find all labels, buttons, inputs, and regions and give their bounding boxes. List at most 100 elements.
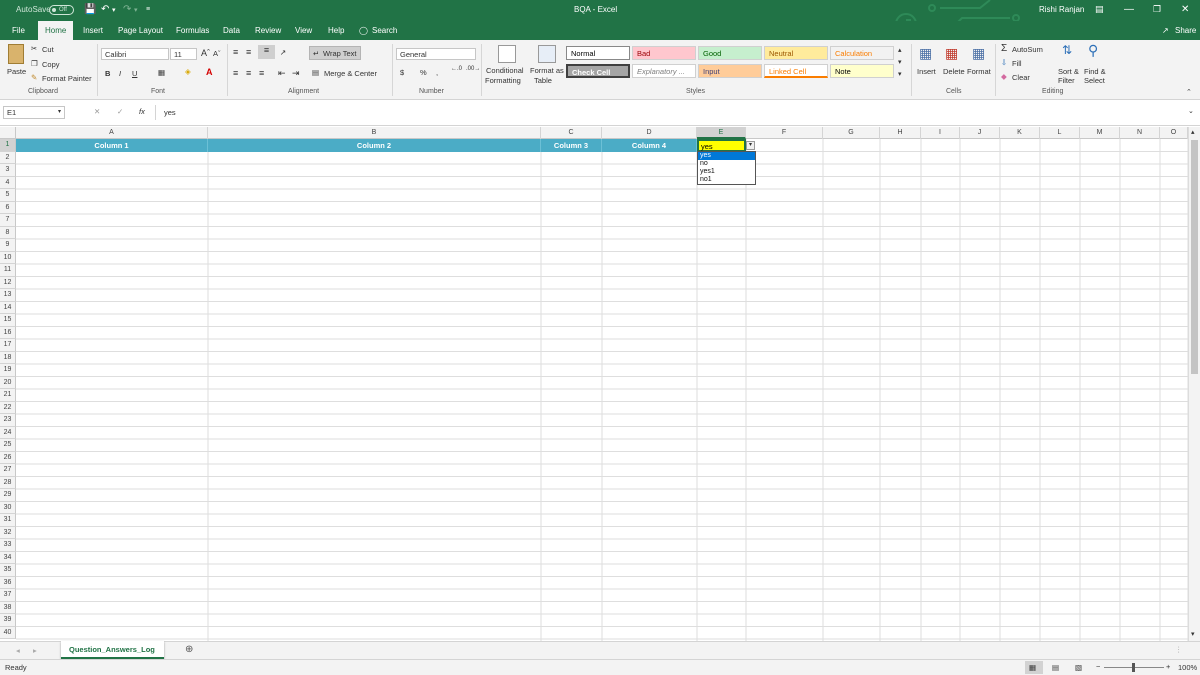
name-box-dropdown-icon[interactable]: ▾ bbox=[58, 108, 61, 115]
row-header-10[interactable]: 10 bbox=[0, 251, 16, 264]
clear-button[interactable]: Clear bbox=[1012, 73, 1030, 82]
row-header-13[interactable]: 13 bbox=[0, 289, 16, 302]
find-select-icon[interactable]: ⚲ bbox=[1088, 42, 1098, 59]
align-top-icon[interactable]: ≡ bbox=[233, 47, 238, 57]
row-header-32[interactable]: 32 bbox=[0, 526, 16, 539]
cell-style-linked-cell[interactable]: Linked Cell bbox=[764, 64, 828, 78]
row-header-17[interactable]: 17 bbox=[0, 339, 16, 352]
row-header-11[interactable]: 11 bbox=[0, 264, 16, 277]
column-header-d[interactable]: D bbox=[602, 127, 697, 139]
borders-icon[interactable]: ▦ bbox=[158, 68, 165, 77]
row-header-30[interactable]: 30 bbox=[0, 501, 16, 514]
cancel-entry-icon[interactable]: ✕ bbox=[94, 107, 100, 116]
zoom-slider-thumb[interactable] bbox=[1132, 663, 1135, 672]
tab-page-layout[interactable]: Page Layout bbox=[118, 21, 163, 40]
autosum-button[interactable]: AutoSum bbox=[1012, 45, 1043, 54]
row-header-26[interactable]: 26 bbox=[0, 451, 16, 464]
align-left-icon[interactable]: ≡ bbox=[233, 68, 238, 78]
column-header-m[interactable]: M bbox=[1080, 127, 1120, 139]
format-as-table-button[interactable]: Format as bbox=[530, 66, 564, 75]
row-header-19[interactable]: 19 bbox=[0, 364, 16, 377]
row-header-34[interactable]: 34 bbox=[0, 551, 16, 564]
cell-style-check-cell[interactable]: Check Cell bbox=[566, 64, 630, 78]
row-header-31[interactable]: 31 bbox=[0, 514, 16, 527]
row-header-21[interactable]: 21 bbox=[0, 389, 16, 402]
format-painter-icon[interactable]: ✎ bbox=[31, 73, 37, 82]
shrink-font-icon[interactable]: Aˇ bbox=[213, 49, 221, 58]
column-header-c[interactable]: C bbox=[541, 127, 602, 139]
row-header-20[interactable]: 20 bbox=[0, 376, 16, 389]
fill-color-icon[interactable]: ◈ bbox=[185, 67, 191, 76]
clear-icon[interactable]: ◆ bbox=[1001, 72, 1007, 81]
orientation-icon[interactable]: ↗ bbox=[280, 48, 286, 57]
row-header-24[interactable]: 24 bbox=[0, 426, 16, 439]
column-header-b[interactable]: B bbox=[208, 127, 541, 139]
increase-indent-icon[interactable]: ⇥ bbox=[292, 68, 300, 79]
expand-formula-bar-icon[interactable]: ⌄ bbox=[1188, 107, 1194, 115]
cell-style-bad[interactable]: Bad bbox=[632, 46, 696, 60]
tab-file[interactable]: File bbox=[12, 21, 25, 40]
row-header-18[interactable]: 18 bbox=[0, 351, 16, 364]
undo-dropdown-icon[interactable]: ▾ bbox=[112, 6, 116, 14]
dropdown-option[interactable]: yes bbox=[698, 152, 755, 160]
ribbon-display-options-icon[interactable]: ▤ bbox=[1095, 4, 1104, 15]
merge-center-button[interactable]: Merge & Center bbox=[324, 69, 377, 78]
row-header-9[interactable]: 9 bbox=[0, 239, 16, 252]
column-header-e[interactable]: E bbox=[697, 127, 746, 139]
row-header-1[interactable]: 1 bbox=[0, 139, 16, 152]
format-cells-button[interactable]: Format bbox=[967, 67, 991, 76]
cut-button[interactable]: Cut bbox=[42, 45, 54, 54]
format-painter-button[interactable]: Format Painter bbox=[42, 74, 92, 83]
confirm-entry-icon[interactable]: ✓ bbox=[117, 107, 123, 116]
row-header-38[interactable]: 38 bbox=[0, 601, 16, 614]
column-header-o[interactable]: O bbox=[1160, 127, 1188, 139]
dropdown-arrow-icon[interactable]: ▾ bbox=[746, 141, 755, 150]
column-header-n[interactable]: N bbox=[1120, 127, 1160, 139]
autosave-toggle[interactable]: Off bbox=[49, 5, 74, 15]
gallery-more-icon[interactable]: ▾ bbox=[898, 70, 902, 78]
cell-style-calculation[interactable]: Calculation bbox=[830, 46, 894, 60]
tab-data[interactable]: Data bbox=[223, 21, 240, 40]
percent-button[interactable]: % bbox=[420, 68, 427, 77]
redo-icon[interactable]: ↷ bbox=[123, 4, 131, 15]
page-break-view-icon[interactable]: ▧ bbox=[1075, 663, 1082, 672]
decrease-decimal-icon[interactable]: .00→ bbox=[466, 66, 480, 72]
font-name-select[interactable]: Calibri bbox=[101, 48, 169, 60]
close-icon[interactable]: ✕ bbox=[1181, 4, 1189, 15]
currency-button[interactable]: $ bbox=[400, 68, 404, 77]
format-cells-icon[interactable]: ▦ bbox=[972, 45, 985, 62]
comma-button[interactable]: , bbox=[436, 68, 438, 77]
scrollbar-thumb[interactable] bbox=[1191, 140, 1198, 374]
row-header-28[interactable]: 28 bbox=[0, 476, 16, 489]
column-header-g[interactable]: G bbox=[823, 127, 880, 139]
tab-formulas[interactable]: Formulas bbox=[176, 21, 209, 40]
sort-filter-icon[interactable]: ⇅ bbox=[1062, 43, 1072, 57]
insert-cells-button[interactable]: Insert bbox=[917, 67, 936, 76]
zoom-out-icon[interactable]: − bbox=[1096, 662, 1100, 671]
row-header-40[interactable]: 40 bbox=[0, 626, 16, 639]
restore-icon[interactable]: ❐ bbox=[1153, 4, 1161, 15]
minimize-icon[interactable]: — bbox=[1124, 4, 1134, 15]
new-sheet-icon[interactable]: ⊕ bbox=[185, 644, 193, 655]
bold-button[interactable]: B bbox=[105, 69, 110, 78]
align-right-icon[interactable]: ≡ bbox=[259, 68, 264, 78]
copy-icon[interactable]: ❐ bbox=[31, 59, 38, 68]
tab-split-icon[interactable]: ⋮ bbox=[1175, 645, 1183, 654]
format-as-table-icon[interactable] bbox=[538, 45, 556, 63]
share-button[interactable]: Share bbox=[1175, 21, 1196, 40]
find-select-button[interactable]: Find & bbox=[1084, 67, 1106, 76]
column-header-h[interactable]: H bbox=[880, 127, 921, 139]
row-header-6[interactable]: 6 bbox=[0, 201, 16, 214]
underline-button[interactable]: U bbox=[132, 69, 137, 78]
tab-insert[interactable]: Insert bbox=[83, 21, 103, 40]
header-cell-d1[interactable]: Column 4 bbox=[602, 139, 697, 152]
cell-style-normal[interactable]: Normal bbox=[566, 46, 630, 60]
number-format-select[interactable]: General bbox=[396, 48, 476, 60]
tab-home[interactable]: Home bbox=[38, 21, 74, 40]
dropdown-option[interactable]: no1 bbox=[698, 176, 755, 184]
sort-filter-button[interactable]: Sort & bbox=[1058, 67, 1079, 76]
collapse-ribbon-icon[interactable]: ⌃ bbox=[1186, 88, 1192, 96]
delete-cells-icon[interactable]: ▦ bbox=[945, 45, 958, 62]
cell-style-neutral[interactable]: Neutral bbox=[764, 46, 828, 60]
grow-font-icon[interactable]: Aˆ bbox=[201, 48, 210, 58]
